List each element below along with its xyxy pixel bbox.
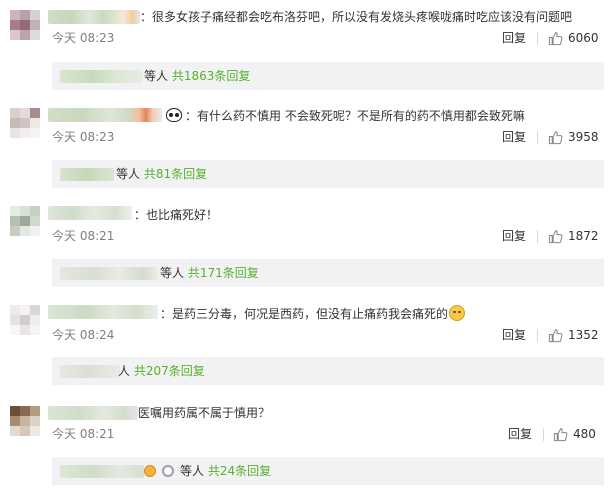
comment-item: ：是药三分毒，何况是西药，但没有止痛药我会痛死的 今天 08:24 回复 135… — [0, 297, 612, 396]
comment-text-body: ：是药三分毒，何况是西药，但没有止痛药我会痛死的 — [160, 307, 449, 321]
sub-replies-summary[interactable]: 等人 共24条回复 — [180, 463, 271, 479]
sub-replies-summary[interactable]: 等人 共171条回复 — [160, 265, 259, 281]
sub-replies-prefix: 等人 — [180, 464, 205, 478]
reply-names-blurred — [60, 465, 144, 478]
reply-count-link[interactable]: 共1863条回复 — [172, 69, 251, 83]
avatar[interactable] — [10, 108, 40, 138]
thumbs-up-icon — [548, 328, 563, 342]
divider — [537, 32, 538, 45]
username-blurred[interactable] — [48, 206, 132, 220]
like-button[interactable]: 1352 — [548, 326, 599, 344]
reply-count-link[interactable]: 共207条回复 — [134, 364, 205, 378]
username-blurred[interactable] — [48, 305, 158, 319]
reply-count-link[interactable]: 共24条回复 — [208, 464, 271, 478]
avatar[interactable] — [10, 305, 40, 335]
comment-time: 今天 08:21 — [52, 427, 115, 441]
username-blurred[interactable] — [48, 10, 140, 24]
avatar[interactable] — [10, 406, 40, 436]
comment-time: 今天 08:23 — [52, 130, 115, 144]
comment-item: ：也比痛死好！ 今天 08:21 回复 1872 等人 共171条回复 — [0, 198, 612, 297]
thumbs-up-icon — [553, 427, 568, 441]
like-button[interactable]: 480 — [553, 425, 596, 443]
sub-replies-bar[interactable]: 等人 共81条回复 — [52, 160, 604, 188]
comment-text: ：很多女孩子痛经都会吃布洛芬吧，所以没有发烧头疼喉咙痛时吃应该没有问题吧 — [140, 10, 573, 24]
sub-replies-summary[interactable]: 等人 共1863条回复 — [144, 68, 250, 84]
sub-replies-prefix: 人 — [118, 364, 131, 378]
sub-replies-summary[interactable]: 等人 共81条回复 — [116, 166, 207, 182]
reply-button[interactable]: 回复 — [502, 30, 526, 46]
comment-text: ：也比痛死好！ — [134, 208, 219, 222]
comment-time: 今天 08:23 — [52, 31, 115, 45]
medal-badge-icon — [144, 465, 156, 477]
divider — [537, 230, 538, 243]
sub-replies-prefix: 等人 — [144, 69, 169, 83]
like-count: 1872 — [568, 229, 599, 243]
thumbs-up-icon — [548, 31, 563, 45]
username-blurred[interactable] — [48, 406, 138, 420]
divider — [543, 428, 544, 441]
silver-badge-icon — [162, 465, 174, 477]
reply-button[interactable]: 回复 — [502, 327, 526, 343]
reply-button[interactable]: 回复 — [502, 228, 526, 244]
comment-text: ：有什么药不慎用 不会致死呢？不是所有的药不慎用都会致死嘛 — [164, 107, 525, 125]
smiley-icon — [449, 305, 466, 321]
comment-time: 今天 08:21 — [52, 229, 115, 243]
reply-count-link[interactable]: 共171条回复 — [188, 266, 259, 280]
like-count: 3958 — [568, 130, 599, 144]
sub-replies-summary[interactable]: 人 共207条回复 — [118, 363, 205, 379]
avatar[interactable] — [10, 206, 40, 236]
sub-replies-bar[interactable]: 人 共207条回复 — [52, 357, 604, 385]
like-count: 6060 — [568, 31, 599, 45]
comment-time: 今天 08:24 — [52, 328, 115, 342]
reply-count-link[interactable]: 共81条回复 — [144, 167, 207, 181]
reply-button[interactable]: 回复 — [502, 129, 526, 145]
comment-text: 医嘱用药属不属于慎用？ — [138, 406, 271, 420]
like-count: 480 — [573, 427, 596, 441]
sub-replies-prefix: 等人 — [116, 167, 141, 181]
panda-icon — [166, 108, 182, 122]
reply-names-blurred — [60, 365, 120, 378]
username-blurred[interactable] — [48, 108, 162, 122]
divider — [537, 131, 538, 144]
reply-names-blurred — [60, 70, 142, 83]
comment-text: ：是药三分毒，何况是西药，但没有止痛药我会痛死的 — [160, 305, 466, 323]
like-count: 1352 — [568, 328, 599, 342]
like-button[interactable]: 1872 — [548, 227, 599, 245]
sub-replies-bar[interactable]: 等人 共24条回复 — [52, 457, 604, 485]
avatar[interactable] — [10, 10, 40, 40]
reply-button[interactable]: 回复 — [508, 426, 532, 442]
divider — [537, 329, 538, 342]
sub-replies-prefix: 等人 — [160, 266, 185, 280]
thumbs-up-icon — [548, 130, 563, 144]
comment-item: ：有什么药不慎用 不会致死呢？不是所有的药不慎用都会致死嘛 今天 08:23 回… — [0, 99, 612, 198]
sub-replies-bar[interactable]: 等人 共171条回复 — [52, 259, 604, 287]
like-button[interactable]: 6060 — [548, 29, 599, 47]
thumbs-up-icon — [548, 229, 563, 243]
comment-item: 医嘱用药属不属于慎用？ 今天 08:21 回复 480 等人 共24条回复 — [0, 396, 612, 495]
like-button[interactable]: 3958 — [548, 128, 599, 146]
comment-item: ：很多女孩子痛经都会吃布洛芬吧，所以没有发烧头疼喉咙痛时吃应该没有问题吧 今天 … — [0, 0, 612, 99]
sub-replies-bar[interactable]: 等人 共1863条回复 — [52, 62, 604, 90]
reply-names-blurred — [60, 267, 158, 280]
reply-names-blurred — [60, 168, 114, 181]
comment-text-body: ：有什么药不慎用 不会致死呢？不是所有的药不慎用都会致死嘛 — [185, 109, 525, 123]
